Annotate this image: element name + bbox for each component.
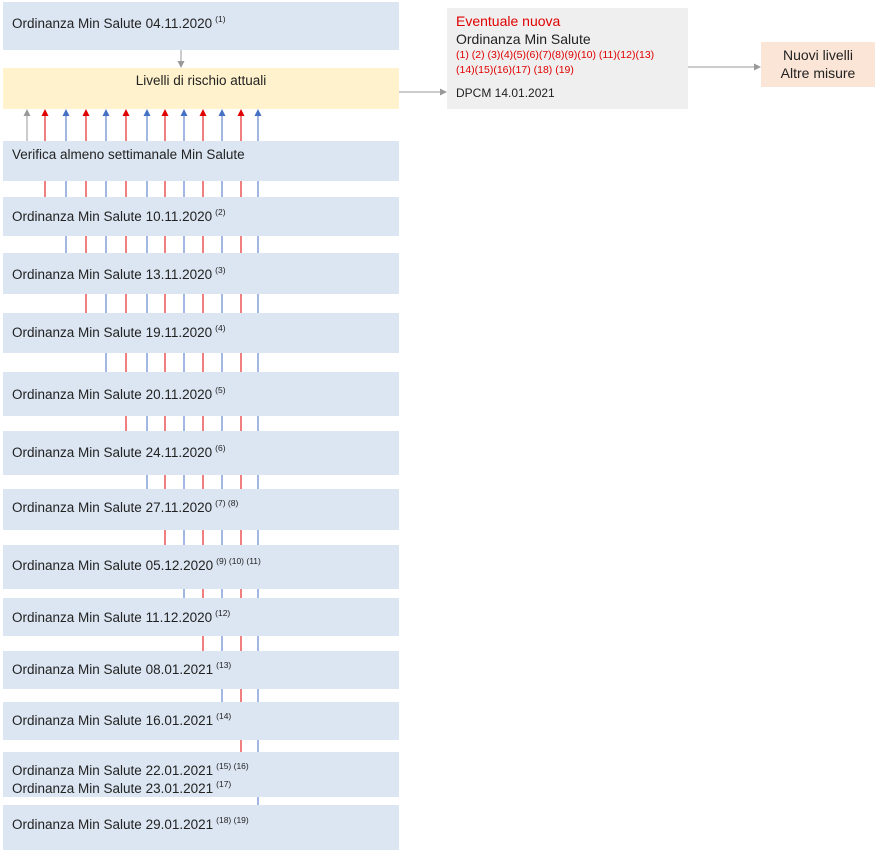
arrow-head: [440, 88, 447, 96]
arrow-head: [122, 109, 130, 116]
arrow-head: [237, 109, 245, 116]
arrow-head: [41, 109, 49, 116]
arrow-head: [23, 109, 31, 116]
arrow-head: [254, 109, 262, 116]
arrow-head: [199, 109, 207, 116]
arrow-head: [143, 109, 151, 116]
arrow-head: [177, 61, 185, 68]
arrow-head: [754, 63, 761, 71]
arrow-head: [180, 109, 188, 116]
arrow-head: [82, 109, 90, 116]
arrow-head: [102, 109, 110, 116]
arrow-head: [161, 109, 169, 116]
connector-lines: [23, 50, 761, 805]
arrow-head: [62, 109, 70, 116]
arrow-head: [218, 109, 226, 116]
